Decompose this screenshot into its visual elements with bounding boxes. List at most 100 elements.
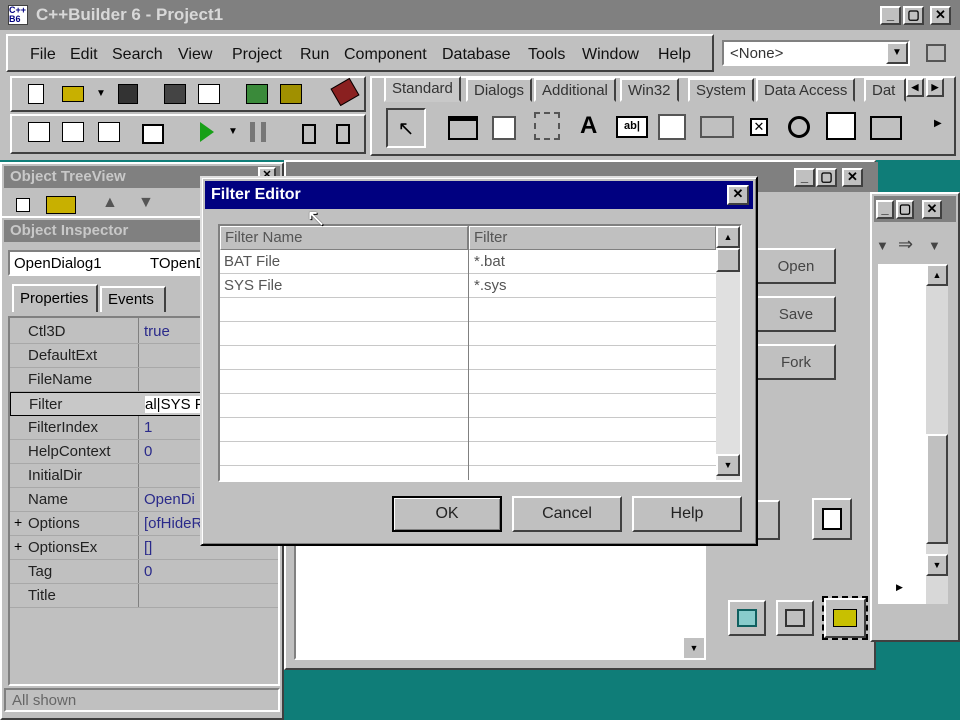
- column-header-filter-name[interactable]: Filter Name: [220, 226, 468, 250]
- form-fork-button[interactable]: Fork: [756, 344, 836, 380]
- editor-history-icon[interactable]: ▼: [928, 238, 941, 253]
- combobox-icon[interactable]: [870, 116, 902, 140]
- remove-from-project-icon[interactable]: [280, 84, 302, 104]
- view-unit-icon[interactable]: [28, 122, 50, 142]
- palette-scroll-left-button[interactable]: ◀: [906, 78, 924, 97]
- filter-name-cell[interactable]: BAT File: [224, 253, 280, 270]
- menu-view[interactable]: View: [178, 46, 212, 64]
- tab-data-more[interactable]: Dat: [864, 78, 906, 102]
- dialog-close-button[interactable]: ✕: [727, 185, 749, 205]
- property-value[interactable]: []: [144, 539, 152, 556]
- label-icon[interactable]: A: [580, 112, 597, 140]
- new-form-icon[interactable]: [142, 124, 164, 144]
- property-value[interactable]: 0: [144, 443, 152, 460]
- tab-properties[interactable]: Properties: [12, 284, 98, 312]
- trace-into-icon[interactable]: [302, 124, 316, 144]
- step-over-icon[interactable]: [336, 124, 350, 144]
- menu-component[interactable]: Component: [344, 46, 427, 64]
- minimize-button[interactable]: _: [880, 6, 901, 25]
- form-open-button[interactable]: Open: [756, 248, 836, 284]
- save-icon[interactable]: [118, 84, 138, 104]
- editor-maximize-button[interactable]: ▢: [896, 200, 914, 219]
- editor-vscroll[interactable]: ▲ ▼: [926, 264, 948, 604]
- tree-down-icon[interactable]: ▼: [138, 194, 154, 212]
- editor-close-button[interactable]: ✕: [922, 200, 942, 219]
- savedialog-component[interactable]: [728, 600, 766, 636]
- property-value[interactable]: 0: [144, 563, 152, 580]
- palette-scroll-right-button[interactable]: ▶: [926, 78, 944, 97]
- chevron-down-icon[interactable]: ▼: [886, 42, 908, 64]
- new-file-icon[interactable]: [28, 84, 44, 104]
- form-save-button[interactable]: Save: [756, 296, 836, 332]
- expand-icon[interactable]: +: [14, 538, 22, 554]
- memo-icon[interactable]: [658, 114, 686, 140]
- menu-file[interactable]: File: [30, 46, 56, 64]
- editor-scroll-down-button[interactable]: ▼: [926, 554, 948, 576]
- mainmenu-icon[interactable]: [492, 116, 516, 140]
- radiobutton-icon[interactable]: [788, 116, 810, 138]
- tab-data-access[interactable]: Data Access: [756, 78, 856, 102]
- property-value[interactable]: [ofHideR: [144, 515, 202, 532]
- menu-tools[interactable]: Tools: [528, 46, 565, 64]
- menu-search[interactable]: Search: [112, 46, 163, 64]
- ok-button[interactable]: OK: [392, 496, 502, 532]
- pointer-tool-button[interactable]: ↖: [386, 108, 426, 148]
- open-folder-icon[interactable]: [62, 86, 84, 102]
- open-project-icon[interactable]: [198, 84, 220, 104]
- palette-more-icon[interactable]: ▶: [934, 118, 942, 129]
- listbox-icon[interactable]: [826, 112, 856, 140]
- menu-window[interactable]: Window: [582, 46, 639, 64]
- button-icon[interactable]: [700, 116, 734, 138]
- menu-database[interactable]: Database: [442, 46, 511, 64]
- grid-scroll-up-button[interactable]: ▲: [716, 226, 740, 248]
- main-title-bar[interactable]: C++ B6 C++Builder 6 - Project1 _ ▢ ✕: [0, 0, 960, 30]
- close-button[interactable]: ✕: [930, 6, 951, 25]
- tab-events[interactable]: Events: [100, 286, 166, 312]
- property-value[interactable]: 1: [144, 419, 152, 436]
- save-all-icon[interactable]: [164, 84, 186, 104]
- editor-scroll-thumb[interactable]: [926, 434, 948, 544]
- menu-project[interactable]: Project: [232, 46, 282, 64]
- grid-vscroll[interactable]: ▲ ▼: [716, 226, 740, 480]
- editor-back-icon[interactable]: ▼: [876, 238, 889, 253]
- tab-standard[interactable]: Standard: [384, 76, 461, 102]
- tab-additional[interactable]: Additional: [534, 78, 616, 102]
- form-minimize-button[interactable]: _: [794, 168, 815, 187]
- memo-scroll-down-icon[interactable]: ▼: [684, 638, 704, 658]
- run-dropdown-icon[interactable]: ▼: [228, 126, 238, 137]
- editor-forward-icon[interactable]: ⇒: [898, 234, 913, 255]
- add-to-project-icon[interactable]: [246, 84, 268, 104]
- editor-title-bar[interactable]: _ ▢ ✕: [874, 196, 956, 222]
- opendialog-component-selected[interactable]: [822, 596, 868, 640]
- config-combo[interactable]: <None> ▼: [722, 40, 910, 66]
- toggle-form-unit-icon[interactable]: [98, 122, 120, 142]
- property-value[interactable]: OpenDi: [144, 491, 195, 508]
- grid-scroll-thumb[interactable]: [716, 248, 740, 272]
- help-button[interactable]: Help: [632, 496, 742, 532]
- column-header-filter[interactable]: Filter: [469, 226, 716, 250]
- view-form-icon[interactable]: [62, 122, 84, 142]
- tree-up-icon[interactable]: ▲: [102, 194, 118, 212]
- property-value[interactable]: true: [144, 323, 170, 340]
- filter-name-cell[interactable]: SYS File: [224, 277, 282, 294]
- dialog-title-bar[interactable]: Filter Editor ✕: [205, 181, 753, 209]
- form-memo[interactable]: ▼: [294, 544, 706, 660]
- editor-scroll-up-button[interactable]: ▲: [926, 264, 948, 286]
- menu-edit[interactable]: Edit: [70, 46, 98, 64]
- tab-dialogs[interactable]: Dialogs: [466, 78, 533, 102]
- editor-hscroll-right-icon[interactable]: ▶: [896, 582, 903, 593]
- desktop-icon[interactable]: [926, 44, 946, 62]
- tab-system[interactable]: System: [688, 78, 755, 102]
- tree-node-icon[interactable]: [46, 196, 76, 214]
- popupmenu-icon[interactable]: [534, 112, 560, 140]
- maximize-button[interactable]: ▢: [903, 6, 924, 25]
- editor-minimize-button[interactable]: _: [876, 200, 894, 219]
- cancel-button[interactable]: Cancel: [512, 496, 622, 532]
- pause-icon[interactable]: [250, 122, 266, 142]
- editor-text-area[interactable]: [878, 264, 926, 604]
- menu-help[interactable]: Help: [658, 46, 691, 64]
- filter-pattern-cell[interactable]: *.sys: [474, 277, 507, 294]
- checkbox-icon[interactable]: ✕: [750, 118, 768, 136]
- menu-run[interactable]: Run: [300, 46, 329, 64]
- form-maximize-button[interactable]: ▢: [816, 168, 837, 187]
